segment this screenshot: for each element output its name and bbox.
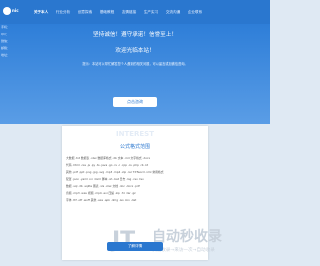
format-row: 音频 .mp3 .wav 视频 .mp4 .avi 压缩 .zip .7z .t… [66, 191, 136, 195]
side-item: QQ： [1, 32, 9, 36]
format-row: 其他 .pdf .ppt .png .jpg .svg .mp3 .mp4 .z… [66, 170, 164, 174]
overlay-chinese: 自动秒收录 [152, 229, 222, 245]
site-logo[interactable]: nic [3, 6, 28, 16]
logo-icon [3, 7, 11, 15]
site-header: nic 关于本人 行业分析 创意探索 基础教程 友情链接 生产实习 交流沟通 企… [0, 0, 270, 24]
side-item: 手机： [1, 25, 11, 29]
nav-item-links[interactable]: 友情链接 [118, 7, 140, 17]
side-item: 微信： [1, 39, 11, 43]
nav-item-explore[interactable]: 创意探索 [74, 7, 96, 17]
hero-title: 坚持诚信！遵守承诺！信誉至上！ [93, 32, 177, 38]
nav-item-tutorial[interactable]: 基础教程 [96, 7, 118, 17]
card-watermark: INTEREST [115, 130, 154, 138]
hero-text: 提示：本站可以帮忙解答您个人遇到的相关问题，可以留言或加微信咨询。 [82, 62, 188, 66]
nav-item-about[interactable]: 关于本人 [30, 7, 52, 17]
side-contact: 手机： QQ： 微信： 邮箱： 地址： [0, 24, 22, 124]
nav-item-company[interactable]: 企业联系 [184, 7, 206, 17]
format-row: 配置 .json .yaml .ini .toml 脚本 .sh .bat 日志… [66, 177, 144, 181]
format-row: 字体 .ttf .otf .woff 其他 .exe .apk .dmg .is… [66, 198, 137, 202]
nav-item-practice[interactable]: 生产实习 [140, 7, 162, 17]
consult-button[interactable]: 点击咨询 [113, 97, 157, 107]
side-item: 地址： [1, 53, 11, 57]
main-nav: 关于本人 行业分析 创意探索 基础教程 友情链接 生产实习 交流沟通 企业联系 [30, 7, 206, 17]
nav-item-analysis[interactable]: 行业分析 [52, 7, 74, 17]
nav-item-contact[interactable]: 交流沟通 [162, 7, 184, 17]
format-row: 代码 .html .css .js .py .ts .java .go .rs … [66, 163, 149, 167]
side-item: 邮箱： [1, 46, 11, 50]
format-row: 大数据 .txt 数据表 .xlsx 数据库格式 .db 文本 .md 文字格式… [66, 156, 151, 160]
card-title: 公式格式范围 [119, 144, 150, 150]
details-button[interactable]: 了解详情 [107, 242, 163, 251]
logo-text: nic [12, 8, 19, 13]
format-row: 数据 .sql .db .sqlite 图表 .xls .xlsx 文档 .do… [66, 184, 140, 188]
hero-subtitle: 欢迎光临本站！ [115, 48, 155, 54]
overlay-sub: 快速收录→来访一次→自动收录 [152, 248, 215, 253]
